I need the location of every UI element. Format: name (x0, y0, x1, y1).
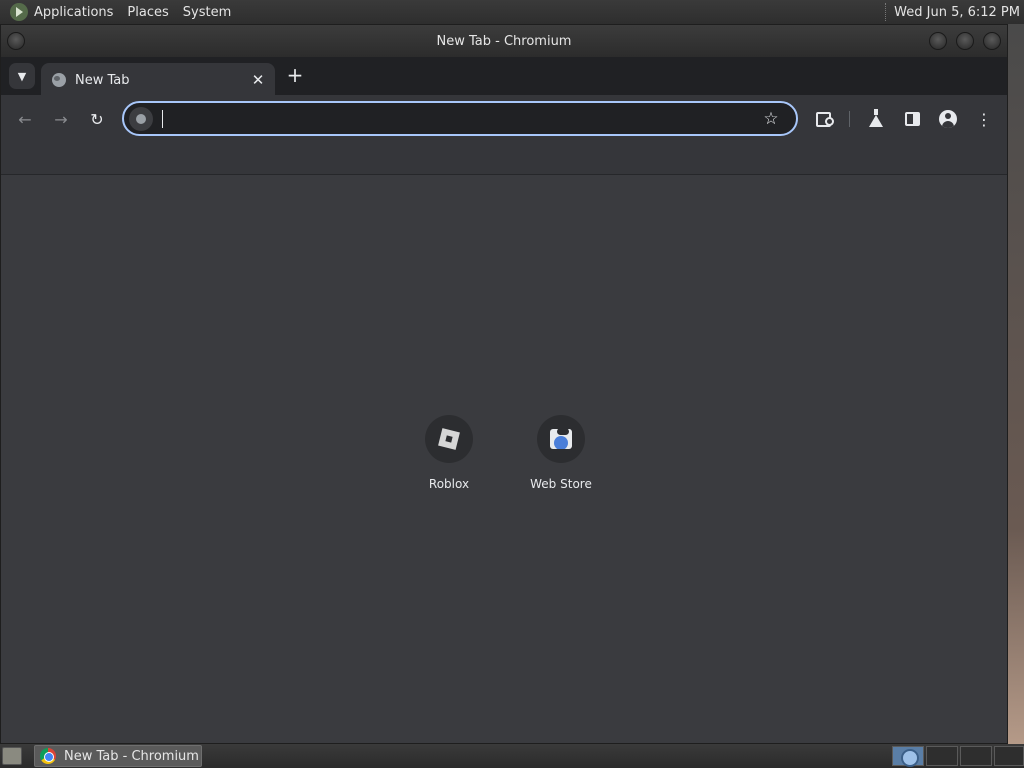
site-info-chip[interactable] (129, 106, 153, 131)
mate-logo-icon[interactable] (10, 3, 28, 21)
tab-search-button[interactable]: ▼ (9, 63, 35, 89)
workspace-3[interactable] (960, 746, 992, 766)
globe-icon (52, 73, 66, 87)
maximize-button[interactable] (956, 32, 974, 50)
new-tab-button[interactable]: + (284, 65, 306, 87)
reload-icon: ↻ (90, 109, 104, 129)
workspace-4[interactable] (994, 746, 1024, 766)
side-panel-button[interactable] (898, 105, 926, 133)
applications-menu[interactable]: Applications (34, 5, 113, 20)
more-vert-icon: ⋮ (976, 109, 992, 129)
window-menu-button[interactable] (7, 32, 25, 50)
labs-button[interactable] (862, 105, 890, 133)
browser-toolbar: ← → ↻ ☆ ⋮ (1, 95, 1007, 175)
places-menu[interactable]: Places (127, 5, 168, 20)
forward-button[interactable]: → (47, 105, 75, 133)
toolbar-divider (849, 111, 850, 127)
taskbar-chromium-button[interactable]: New Tab - Chromium (34, 745, 202, 767)
chevron-down-icon: ▼ (17, 69, 27, 83)
panel-separator (885, 3, 887, 21)
top-panel: Applications Places System Wed Jun 5, 6:… (0, 0, 1024, 24)
shortcut-tile (425, 415, 473, 463)
web-store-icon (550, 429, 572, 449)
arrow-left-icon: ← (18, 109, 32, 129)
browser-window: New Tab - Chromium ▼ New Tab ✕ + ← → ↻ ☆ (0, 24, 1008, 744)
reload-button[interactable]: ↻ (83, 105, 111, 133)
show-desktop-icon[interactable] (2, 747, 22, 765)
minimize-button[interactable] (929, 32, 947, 50)
shortcut-label: Roblox (428, 477, 470, 491)
tab-title: New Tab (75, 72, 130, 88)
shortcut-roblox[interactable]: Roblox (404, 415, 494, 491)
star-icon[interactable]: ☆ (760, 109, 782, 129)
shortcut-tile (537, 415, 585, 463)
address-bar[interactable]: ☆ (122, 101, 798, 136)
address-input[interactable] (169, 106, 760, 131)
close-window-button[interactable] (983, 32, 1001, 50)
puzzle-icon (815, 111, 834, 127)
profile-icon (939, 110, 957, 128)
flask-icon (869, 109, 883, 127)
text-caret (162, 109, 163, 128)
panel-clock[interactable]: Wed Jun 5, 6:12 PM (894, 5, 1020, 20)
chromium-icon (40, 748, 56, 764)
workspace-1[interactable] (892, 746, 924, 767)
back-button[interactable]: ← (11, 105, 39, 133)
new-tab-page: Roblox Web Store (1, 175, 1007, 743)
chrome-menu-button[interactable]: ⋮ (970, 105, 998, 133)
tab-new-tab[interactable]: New Tab ✕ (41, 63, 275, 97)
window-titlebar[interactable]: New Tab - Chromium (1, 25, 1007, 57)
task-title: New Tab - Chromium (64, 748, 199, 764)
search-engine-icon (136, 113, 146, 124)
tab-close-icon[interactable]: ✕ (249, 71, 267, 89)
shortcut-label: Web Store (530, 477, 592, 491)
arrow-right-icon: → (54, 109, 68, 129)
bottom-taskbar: New Tab - Chromium (0, 744, 1024, 768)
system-menu[interactable]: System (183, 5, 231, 20)
shortcut-web-store[interactable]: Web Store (516, 415, 606, 491)
desktop-background (1008, 24, 1024, 744)
profile-button[interactable] (934, 105, 962, 133)
workspace-2[interactable] (926, 746, 958, 766)
tab-strip: ▼ New Tab ✕ + (1, 57, 1007, 97)
roblox-icon (438, 428, 460, 450)
side-panel-icon (904, 112, 920, 126)
window-title: New Tab - Chromium (436, 33, 572, 49)
extensions-button[interactable] (809, 105, 837, 133)
